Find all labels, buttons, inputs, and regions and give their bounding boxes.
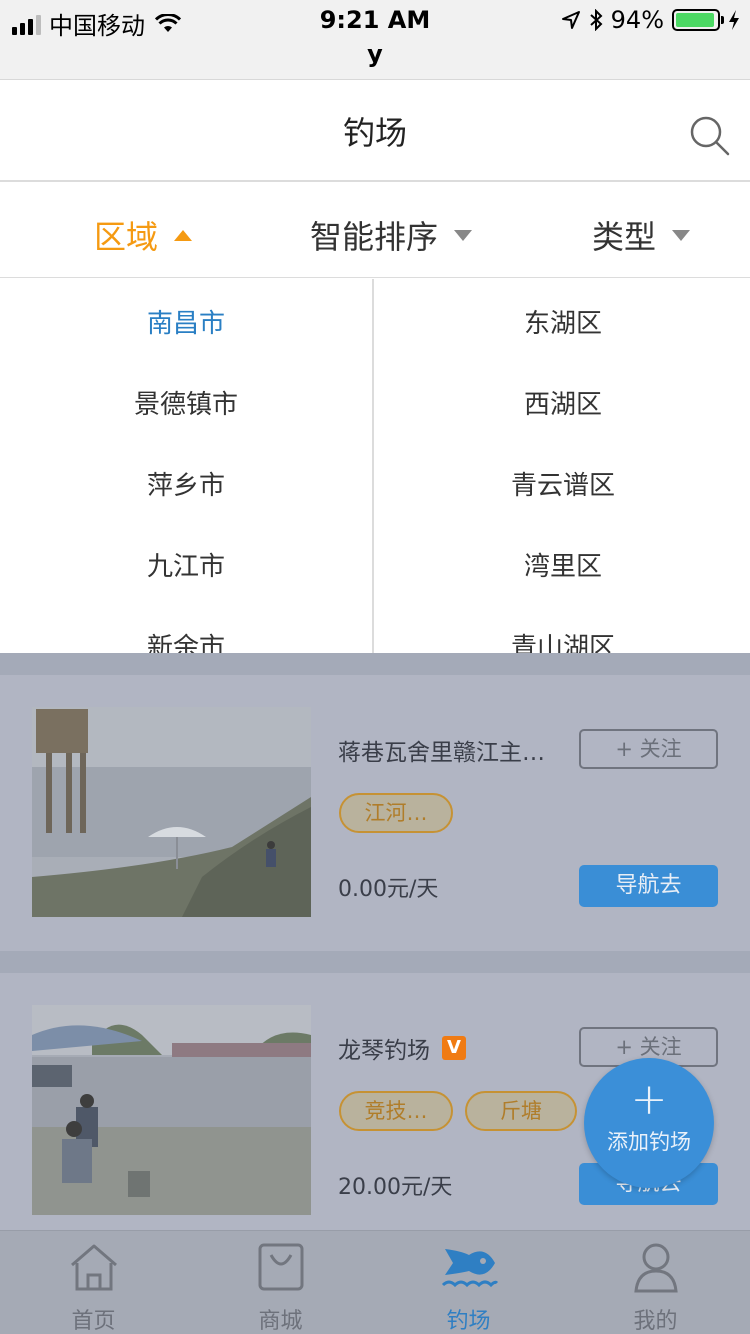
filter-type-label: 类型 (592, 218, 657, 256)
city-option[interactable]: 景德镇市 (0, 384, 372, 421)
district-option[interactable]: 西湖区 (376, 384, 750, 421)
user-icon (634, 1243, 678, 1293)
list-item[interactable]: 蒋巷瓦舍里赣江主… + 关注 江河… 0.00元/天 导航去 (0, 675, 750, 951)
navigate-button[interactable]: 导航去 (579, 865, 718, 907)
venue-tag: 竞技… (339, 1091, 453, 1131)
add-venue-label: 添加钓场 (607, 1130, 691, 1154)
district-option[interactable]: 青山湖区 (376, 627, 750, 653)
battery-percent: 94% (610, 6, 664, 34)
tab-mall-label: 商城 (258, 1309, 303, 1334)
verified-badge-icon: V (442, 1036, 466, 1060)
filter-region[interactable]: 区域 (94, 212, 193, 258)
venue-name: 龙琴钓场 (338, 1038, 430, 1064)
venue-photo (32, 1005, 311, 1215)
city-option[interactable]: 新余市 (0, 627, 372, 653)
home-icon (71, 1244, 117, 1291)
district-option[interactable]: 湾里区 (376, 546, 750, 583)
venue-price: 0.00元/天 (338, 877, 439, 902)
venue-title[interactable]: 龙琴钓场 V (338, 1031, 466, 1065)
tab-home-label: 首页 (71, 1309, 116, 1334)
venue-photo (32, 707, 311, 917)
charging-icon (729, 10, 739, 30)
caret-up-icon (174, 229, 193, 241)
bluetooth-icon (589, 9, 603, 31)
region-dropdown: 南昌市 景德镇市 萍乡市 九江市 新余市 东湖区 西湖区 青云谱区 湾里区 青山… (0, 279, 750, 653)
tab-home[interactable]: 首页 (0, 1231, 187, 1334)
tab-bar: 首页 商城 钓场 我的 (0, 1230, 750, 1334)
tab-mine[interactable]: 我的 (562, 1231, 749, 1334)
status-right: 94% (561, 6, 740, 34)
venue-tag: 江河… (339, 793, 453, 833)
page-title: 钓场 (342, 114, 407, 152)
battery-icon (672, 9, 724, 31)
venue-tag: 斤塘 (465, 1091, 577, 1131)
city-option[interactable]: 南昌市 (0, 303, 372, 340)
venue-name: 蒋巷瓦舍里赣江主… (338, 740, 545, 766)
nav-header: 钓场 (0, 80, 750, 182)
tab-fishing[interactable]: 钓场 (375, 1231, 562, 1334)
district-list: 东湖区 西湖区 青云谱区 湾里区 青山湖区 (376, 279, 750, 653)
filter-region-label: 区域 (94, 218, 159, 256)
shopping-bag-icon (258, 1243, 304, 1291)
status-bar: 中国移动 9:21 AM y 94% (0, 0, 750, 80)
tab-mine-label: 我的 (633, 1309, 678, 1334)
caret-down-icon (672, 229, 691, 241)
status-sub: y (367, 40, 383, 68)
city-list: 南昌市 景德镇市 萍乡市 九江市 新余市 (0, 279, 374, 653)
add-venue-button[interactable]: + 添加钓场 (584, 1058, 714, 1188)
tab-mall[interactable]: 商城 (187, 1231, 374, 1334)
plus-icon: + (630, 1074, 668, 1125)
city-option[interactable]: 萍乡市 (0, 465, 372, 502)
search-icon[interactable] (688, 114, 732, 158)
filter-bar: 区域 智能排序 类型 (0, 184, 750, 278)
fish-icon (441, 1249, 499, 1288)
filter-type[interactable]: 类型 (592, 212, 691, 258)
venue-title[interactable]: 蒋巷瓦舍里赣江主… (338, 733, 545, 767)
tab-fishing-label: 钓场 (446, 1309, 491, 1334)
follow-button[interactable]: + 关注 (579, 729, 718, 769)
district-option[interactable]: 青云谱区 (376, 465, 750, 502)
city-option[interactable]: 九江市 (0, 546, 372, 583)
location-arrow-icon (561, 11, 580, 29)
district-option[interactable]: 东湖区 (376, 303, 750, 340)
caret-down-icon (454, 229, 473, 241)
filter-sort-label: 智能排序 (310, 218, 439, 256)
venue-price: 20.00元/天 (338, 1175, 453, 1200)
filter-sort[interactable]: 智能排序 (310, 212, 473, 258)
